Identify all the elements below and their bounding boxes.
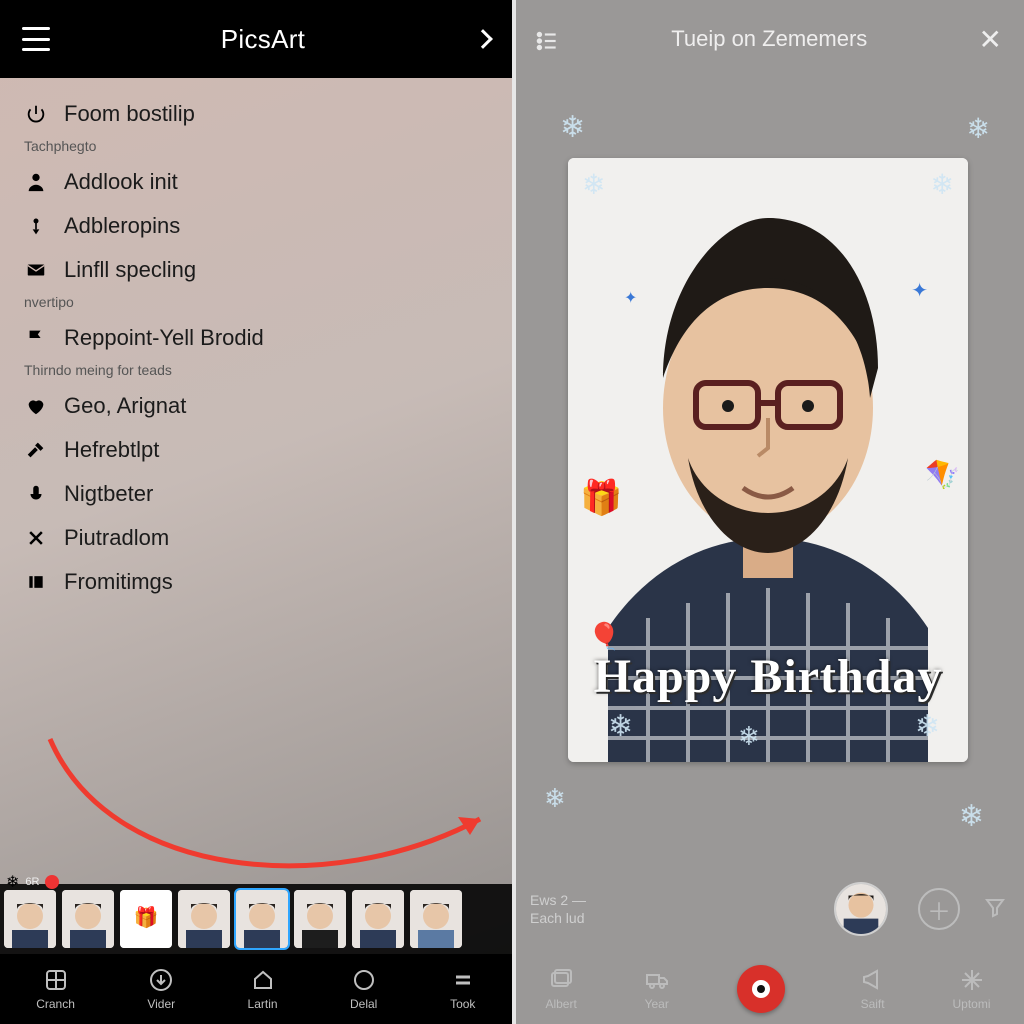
menu-label: Linfll specling <box>64 257 196 283</box>
right-strip: Ews 2 — Each lud ＋ <box>512 864 1024 954</box>
nav-took[interactable]: Took <box>450 967 476 1011</box>
photos-icon <box>548 967 574 993</box>
hammer-icon <box>24 438 48 462</box>
nav-saift[interactable]: Saift <box>860 967 886 1011</box>
pane-divider <box>512 0 516 1024</box>
x-icon <box>24 526 48 550</box>
menu-label: Nigtbeter <box>64 481 153 507</box>
clip-icon <box>24 570 48 594</box>
menu-item-fromitimgs[interactable]: Fromitimgs <box>0 560 512 604</box>
svg-text:🎁: 🎁 <box>134 905 159 929</box>
circle-icon <box>351 967 377 993</box>
menu-item-reppoint[interactable]: Reppoint-Yell Brodid <box>0 316 512 360</box>
right-header: Tueip on Zememers ✕ <box>512 0 1024 78</box>
menu-caption: Thirndo meing for teads <box>0 360 512 384</box>
thumb-selected[interactable] <box>236 890 288 948</box>
snowflake-icon: ❄ <box>560 110 585 145</box>
flag-icon <box>24 326 48 350</box>
right-bottom-nav: Albert Year Saift Uptomi <box>512 954 1024 1024</box>
menu-label: Adbleropins <box>64 213 180 239</box>
snowflake-icon: ❄ <box>959 799 984 834</box>
nav-albert[interactable]: Albert <box>545 967 576 1011</box>
truck-icon <box>644 967 670 993</box>
heart-icon <box>24 394 48 418</box>
thumb[interactable]: 🎁 <box>120 890 172 948</box>
hamburger-icon[interactable] <box>22 27 50 51</box>
thumb[interactable] <box>4 890 56 948</box>
equals-icon <box>450 967 476 993</box>
menu-item-nigtbeter[interactable]: Nigtbeter <box>0 472 512 516</box>
left-bottom-nav: Cranch Vider Lartin Delal Took <box>0 954 512 1024</box>
avatar[interactable] <box>834 882 888 936</box>
mic-icon <box>24 482 48 506</box>
menu-caption: nvertipo <box>0 292 512 316</box>
app-title: PicsArt <box>221 24 305 55</box>
menu-label: Hefrebtlpt <box>64 437 159 463</box>
thumb[interactable] <box>352 890 404 948</box>
nav-cranch[interactable]: Cranch <box>36 967 75 1011</box>
home-icon <box>250 967 276 993</box>
menu-item-piutradlom[interactable]: Piutradlom <box>0 516 512 560</box>
left-pane: PicsArt Foom bostilip Tachphegto Addlook… <box>0 0 512 1024</box>
nav-uptomi[interactable]: Uptomi <box>953 967 991 1011</box>
menu-item-hefre[interactable]: Hefrebtlpt <box>0 428 512 472</box>
menu-item-addlook[interactable]: Addlook init <box>0 160 512 204</box>
funnel-icon[interactable] <box>984 896 1006 923</box>
snowflake-icon: ❄ <box>544 783 566 814</box>
grid-icon <box>43 967 69 993</box>
thumb[interactable] <box>178 890 230 948</box>
mail-icon <box>24 258 48 282</box>
close-icon[interactable]: ✕ <box>979 23 1002 56</box>
list-icon[interactable] <box>534 28 560 50</box>
megaphone-icon <box>860 967 886 993</box>
thumb[interactable] <box>294 890 346 948</box>
thumb[interactable] <box>62 890 114 948</box>
snowflake-icon: ❄ <box>967 112 990 145</box>
strip-labels: Ews 2 — Each lud <box>530 891 590 927</box>
menu-label: Foom bostilip <box>64 101 195 127</box>
red-dot-icon <box>45 875 59 889</box>
chevron-right-icon[interactable] <box>473 29 493 49</box>
thumb[interactable] <box>410 890 462 948</box>
menu-label: Addlook init <box>64 169 178 195</box>
sidebar-menu: Foom bostilip Tachphegto Addlook init Ad… <box>0 78 512 604</box>
pin-icon <box>24 214 48 238</box>
menu-caption: Tachphegto <box>0 136 512 160</box>
menu-label: Piutradlom <box>64 525 169 551</box>
record-icon <box>737 965 785 1013</box>
nav-vider[interactable]: Vider <box>147 967 175 1011</box>
menu-item-adbleropins[interactable]: Adbleropins <box>0 204 512 248</box>
nav-lartin[interactable]: Lartin <box>248 967 278 1011</box>
menu-label: Reppoint-Yell Brodid <box>64 325 264 351</box>
add-button[interactable]: ＋ <box>918 888 960 930</box>
thumbnail-strip[interactable]: 🎁 <box>0 884 512 954</box>
menu-label: Fromitimgs <box>64 569 173 595</box>
photo-canvas[interactable]: ❄ ❄ ✦ ✦ 🎁 🪁 🎈 ❄ ❄ ❄ Happy Birthday <box>568 158 968 762</box>
strip-badge: ❄ 6R <box>6 872 59 892</box>
left-header: PicsArt <box>0 0 512 78</box>
download-icon <box>148 967 174 993</box>
star-icon <box>959 967 985 993</box>
power-icon <box>24 102 48 126</box>
menu-item-linfll[interactable]: Linfll specling <box>0 248 512 292</box>
menu-label: Geo, Arignat <box>64 393 186 419</box>
nav-year[interactable]: Year <box>644 967 670 1011</box>
annotation-arrow <box>30 729 510 909</box>
nav-record[interactable] <box>737 965 793 1013</box>
menu-item-foom[interactable]: Foom bostilip <box>0 92 512 136</box>
right-pane: Tueip on Zememers ✕ ❄ ❄ ❄ ❄ ❄ <box>512 0 1024 1024</box>
right-title: Tueip on Zememers <box>671 26 867 52</box>
menu-item-geo[interactable]: Geo, Arignat <box>0 384 512 428</box>
overlay-text[interactable]: Happy Birthday <box>568 649 968 704</box>
nav-delal[interactable]: Delal <box>350 967 377 1011</box>
person-icon <box>24 170 48 194</box>
